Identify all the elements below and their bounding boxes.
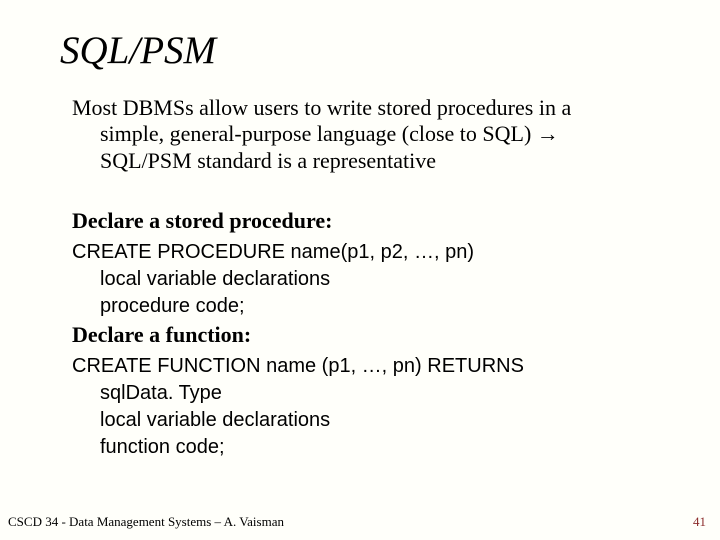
procedure-code: procedure code; (72, 293, 660, 320)
procedure-signature: CREATE PROCEDURE name(p1, p2, …, pn) (72, 241, 474, 263)
slide-title: SQL/PSM (60, 28, 660, 73)
intro-line-3: SQL/PSM standard is a representative (72, 148, 660, 174)
procedure-declarations: local variable declarations (72, 266, 660, 293)
page-number: 41 (693, 514, 706, 530)
intro-line-2: simple, general-purpose language (close … (72, 121, 660, 147)
slide: SQL/PSM Most DBMSs allow users to write … (0, 0, 720, 540)
function-signature: CREATE FUNCTION name (p1, …, pn) RETURNS (72, 355, 524, 377)
intro-paragraph: Most DBMSs allow users to write stored p… (72, 95, 660, 174)
content-block: Declare a stored procedure: CREATE PROCE… (72, 206, 660, 460)
function-return-type: sqlData. Type (72, 380, 660, 407)
footer-text: CSCD 34 - Data Management Systems – A. V… (8, 514, 284, 530)
function-code: function code; (72, 434, 660, 461)
intro-line-1: Most DBMSs allow users to write stored p… (72, 95, 571, 120)
function-declarations: local variable declarations (72, 407, 660, 434)
declare-function-header: Declare a function: (72, 322, 251, 347)
declare-procedure-header: Declare a stored procedure: (72, 208, 332, 233)
